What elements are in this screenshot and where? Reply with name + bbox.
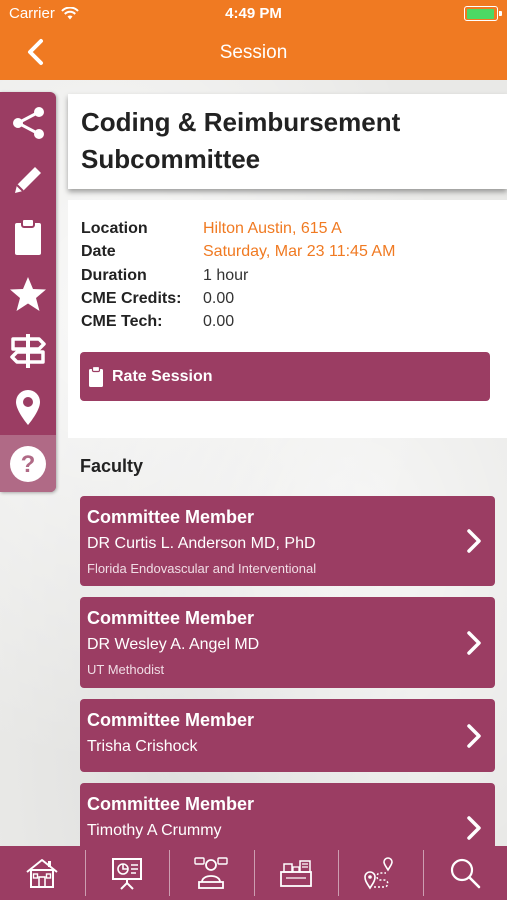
faculty-card[interactable]: Committee Member DR Wesley A. Angel MD U… xyxy=(80,597,495,688)
faculty-role: Committee Member xyxy=(87,710,255,730)
status-time: 4:49 PM xyxy=(225,5,282,22)
exhibits-icon xyxy=(279,860,312,887)
tab-home[interactable] xyxy=(0,846,85,900)
signpost-icon xyxy=(10,333,46,368)
speakers-icon xyxy=(194,857,228,889)
faculty-name: Trisha Crishock xyxy=(87,738,198,755)
detail-value: 1 hour xyxy=(203,267,249,284)
chevron-right-icon xyxy=(467,631,481,655)
favorite-button[interactable] xyxy=(0,265,56,322)
faculty-card[interactable]: Committee Member DR Curtis L. Anderson M… xyxy=(80,496,495,586)
detail-label: Date xyxy=(81,243,116,260)
star-icon xyxy=(10,276,46,311)
tab-exhibitors[interactable] xyxy=(253,846,339,900)
faculty-org: UT Methodist xyxy=(87,662,165,677)
notes-button[interactable] xyxy=(0,151,56,208)
help-icon: ? xyxy=(10,445,46,482)
map-route-icon xyxy=(364,857,394,890)
page-title: Session xyxy=(219,42,288,63)
survey-button[interactable] xyxy=(0,208,56,265)
faculty-name: DR Curtis L. Anderson MD, PhD xyxy=(87,535,316,552)
clipboard-icon xyxy=(15,217,41,255)
faculty-name: DR Wesley A. Angel MD xyxy=(87,636,260,653)
session-title: Coding & Reimbursement Subcommittee xyxy=(81,104,400,178)
help-button[interactable]: ? xyxy=(0,435,56,492)
tab-sessions[interactable] xyxy=(84,846,170,900)
tab-map[interactable] xyxy=(338,846,423,900)
clipboard-icon xyxy=(89,365,103,387)
chevron-right-icon xyxy=(467,816,481,840)
tab-speakers[interactable] xyxy=(169,846,254,900)
faculty-name: Timothy A Crummy xyxy=(87,822,222,839)
faculty-card[interactable]: Committee Member Timothy A Crummy xyxy=(80,783,495,846)
bottom-tab-bar xyxy=(0,846,507,900)
location-pin-icon xyxy=(16,389,40,425)
share-icon xyxy=(13,106,44,139)
tab-search[interactable] xyxy=(422,846,507,900)
session-title-line1: Coding & Reimbursement xyxy=(81,107,401,137)
detail-label: CME Credits: xyxy=(81,290,182,307)
session-details: Location Hilton Austin, 615 A Date Satur… xyxy=(68,200,507,438)
faculty-org: Florida Endovascular and Interventional xyxy=(87,561,317,576)
chevron-right-icon xyxy=(467,529,481,553)
rate-session-button[interactable]: Rate Session xyxy=(80,352,490,401)
directions-button[interactable] xyxy=(0,322,56,379)
battery-icon xyxy=(464,6,502,21)
detail-value: 0.00 xyxy=(203,313,235,330)
detail-label: Duration xyxy=(81,267,147,284)
date-link[interactable]: Saturday, Mar 23 11:45 AM xyxy=(203,243,395,261)
faculty-role: Committee Member xyxy=(87,608,255,628)
faculty-heading: Faculty xyxy=(80,456,144,476)
faculty-role: Committee Member xyxy=(87,794,255,814)
rate-session-label: Rate Session xyxy=(112,367,213,385)
location-button[interactable] xyxy=(0,379,56,436)
detail-label: CME Tech: xyxy=(81,313,163,330)
share-button[interactable] xyxy=(0,94,56,151)
session-title-line2: Subcommittee xyxy=(81,144,261,174)
location-link[interactable]: Hilton Austin, 615 A xyxy=(203,220,342,238)
faculty-card[interactable]: Committee Member Trisha Crishock xyxy=(80,699,495,772)
search-icon xyxy=(450,858,481,889)
top-bar: Carrier 4:49 PM Session xyxy=(0,0,507,80)
session-title-card: Coding & Reimbursement Subcommittee xyxy=(68,94,507,189)
pencil-icon xyxy=(15,166,41,193)
home-icon xyxy=(26,859,58,888)
detail-value: 0.00 xyxy=(203,290,235,307)
presentation-icon xyxy=(111,858,142,890)
svg-text:?: ? xyxy=(21,451,36,478)
faculty-role: Committee Member xyxy=(87,507,255,527)
detail-label: Location xyxy=(81,220,148,237)
action-sidebar: ? xyxy=(0,92,56,492)
chevron-right-icon xyxy=(467,724,481,748)
